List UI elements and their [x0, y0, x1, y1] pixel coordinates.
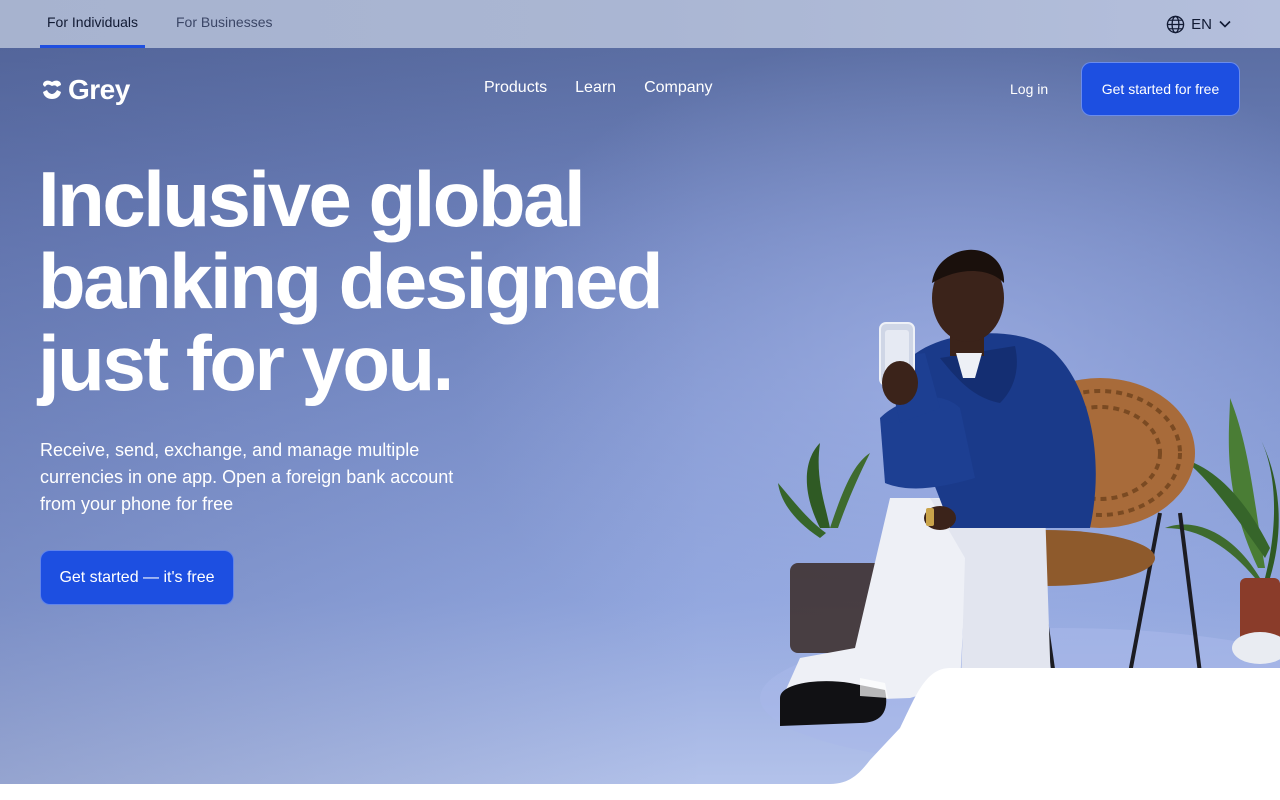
nav-products[interactable]: Products — [484, 79, 547, 97]
globe-icon — [1166, 15, 1185, 33]
brand-name: Grey — [68, 74, 130, 105]
language-code: EN — [1191, 15, 1212, 33]
login-link[interactable]: Log in — [1010, 81, 1048, 97]
tab-for-individuals[interactable]: For Individuals — [39, 0, 146, 48]
language-selector[interactable]: EN — [1166, 13, 1232, 35]
headline-line-3: just for you. — [38, 319, 454, 407]
nav-learn[interactable]: Learn — [575, 79, 616, 97]
audience-bar: For Individuals For Businesses EN — [0, 0, 1280, 48]
hero-headline: Inclusive global banking designed just f… — [38, 158, 738, 404]
tab-for-businesses[interactable]: For Businesses — [176, 0, 272, 48]
get-started-hero-button[interactable]: Get started — it's free — [40, 550, 234, 605]
get-started-header-button[interactable]: Get started for free — [1081, 62, 1240, 116]
hero-subtitle: Receive, send, exchange, and manage mult… — [40, 440, 454, 514]
headline-line-2: banking designed — [38, 237, 664, 325]
chevron-down-icon — [1219, 20, 1231, 28]
headline-line-1: Inclusive global — [38, 155, 586, 243]
nav-company[interactable]: Company — [644, 79, 712, 97]
brand-logo[interactable]: Grey — [40, 74, 130, 106]
hero-section: Grey Products Learn Company Log in Get s… — [0, 48, 1280, 784]
grey-logo-mark-icon — [43, 80, 61, 99]
main-nav: Products Learn Company — [484, 79, 713, 97]
hero-photo — [760, 249, 1280, 768]
